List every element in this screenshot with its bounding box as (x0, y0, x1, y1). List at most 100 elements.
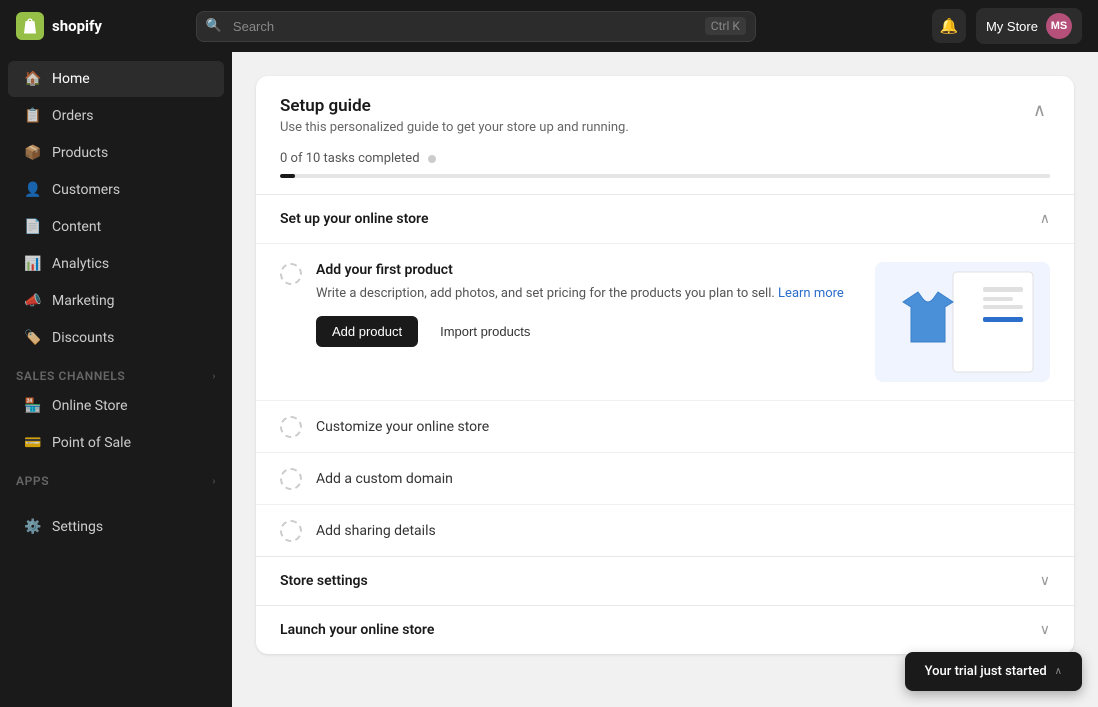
topbar: shopify 🔍 Ctrl K 🔔 My Store MS (0, 0, 1098, 52)
sidebar-label-analytics: Analytics (52, 256, 109, 272)
learn-more-link[interactable]: Learn more (778, 286, 844, 301)
apps-section[interactable]: Apps › (0, 462, 232, 492)
sidebar-item-home[interactable]: 🏠 Home (8, 61, 224, 97)
sales-channels-chevron: › (212, 371, 216, 382)
sales-channels-section[interactable]: Sales channels › (0, 357, 232, 387)
sidebar-label-orders: Orders (52, 108, 94, 124)
sidebar-item-online-store[interactable]: 🏪 Online Store (8, 388, 224, 424)
online-store-section-chevron: ∧ (1040, 211, 1050, 227)
online-store-section: Set up your online store ∧ Add your firs… (256, 194, 1074, 556)
sidebar-item-discounts[interactable]: 🏷️ Discounts (8, 320, 224, 356)
sidebar-item-content[interactable]: 📄 Content (8, 209, 224, 245)
sharing-details-checkbox[interactable] (280, 520, 302, 542)
custom-domain-checkbox[interactable] (280, 468, 302, 490)
sidebar-item-marketing[interactable]: 📣 Marketing (8, 283, 224, 319)
trial-banner-chevron: ∧ (1055, 666, 1062, 677)
shopify-logo-text: shopify (52, 17, 102, 35)
sharing-details-title: Add sharing details (316, 523, 436, 539)
store-button[interactable]: My Store MS (976, 8, 1082, 44)
avatar: MS (1046, 13, 1072, 39)
point-of-sale-icon: 💳 (24, 434, 42, 452)
sidebar-label-marketing: Marketing (52, 293, 115, 309)
trial-banner-text: Your trial just started (925, 664, 1047, 679)
launch-store-chevron: ∨ (1040, 622, 1050, 638)
sidebar-item-products[interactable]: 📦 Products (8, 135, 224, 171)
store-settings-section: Store settings ∨ (256, 556, 1074, 605)
custom-domain-title: Add a custom domain (316, 471, 453, 487)
sidebar-label-customers: Customers (52, 182, 120, 198)
product-illustration-svg (883, 267, 1043, 377)
store-settings-section-header[interactable]: Store settings ∨ (256, 557, 1074, 605)
marketing-icon: 📣 (24, 292, 42, 310)
product-illustration (875, 262, 1050, 382)
shopify-logo: shopify (16, 12, 102, 40)
sidebar-label-content: Content (52, 219, 101, 235)
products-icon: 📦 (24, 144, 42, 162)
add-product-checkbox[interactable] (280, 263, 302, 285)
sidebar-item-orders[interactable]: 📋 Orders (8, 98, 224, 134)
search-bar: 🔍 Ctrl K (196, 11, 756, 42)
add-product-task: Add your first product Write a descripti… (256, 243, 1074, 400)
home-icon: 🏠 (24, 70, 42, 88)
sidebar-label-products: Products (52, 145, 108, 161)
sidebar-label-discounts: Discounts (52, 330, 114, 346)
customize-store-title: Customize your online store (316, 419, 489, 435)
add-product-title: Add your first product (316, 262, 861, 278)
sidebar-label-settings: Settings (52, 519, 103, 535)
search-input[interactable] (196, 11, 756, 42)
settings-icon: ⚙️ (24, 518, 42, 536)
add-product-actions: Add product Import products (316, 316, 861, 347)
setup-guide-collapse-button[interactable]: ∧ (1029, 96, 1050, 125)
add-product-button[interactable]: Add product (316, 316, 418, 347)
launch-store-section-header[interactable]: Launch your online store ∨ (256, 606, 1074, 654)
main-layout: 🏠 Home 📋 Orders 📦 Products 👤 Customers 📄… (0, 52, 1098, 707)
launch-store-section-title: Launch your online store (280, 622, 434, 638)
store-settings-section-title: Store settings (280, 573, 368, 589)
progress-dot (428, 155, 436, 163)
setup-guide-header: Setup guide Use this personalized guide … (256, 76, 1074, 151)
analytics-icon: 📊 (24, 255, 42, 273)
trial-banner[interactable]: Your trial just started ∧ (905, 652, 1082, 691)
search-icon: 🔍 (206, 19, 222, 34)
setup-guide: Setup guide Use this personalized guide … (256, 76, 1074, 654)
discounts-icon: 🏷️ (24, 329, 42, 347)
shopify-bag-icon (21, 17, 39, 35)
progress-section: 0 of 10 tasks completed (256, 151, 1074, 194)
custom-domain-task[interactable]: Add a custom domain (256, 452, 1074, 504)
orders-icon: 📋 (24, 107, 42, 125)
apps-chevron: › (212, 476, 216, 487)
online-store-section-header[interactable]: Set up your online store ∧ (256, 195, 1074, 243)
sidebar-item-point-of-sale[interactable]: 💳 Point of Sale (8, 425, 224, 461)
setup-guide-title: Setup guide (280, 96, 629, 116)
add-product-description: Write a description, add photos, and set… (316, 284, 861, 304)
sidebar-label-online-store: Online Store (52, 398, 128, 414)
content-area: Setup guide Use this personalized guide … (232, 52, 1098, 707)
sidebar: 🏠 Home 📋 Orders 📦 Products 👤 Customers 📄… (0, 52, 232, 707)
sidebar-label-point-of-sale: Point of Sale (52, 435, 131, 451)
progress-bar (280, 174, 1050, 178)
customize-store-checkbox[interactable] (280, 416, 302, 438)
customize-store-task[interactable]: Customize your online store (256, 400, 1074, 452)
import-products-button[interactable]: Import products (428, 316, 542, 347)
online-store-icon: 🏪 (24, 397, 42, 415)
progress-text: 0 of 10 tasks completed (280, 151, 1050, 166)
sidebar-item-settings[interactable]: ⚙️ Settings (8, 509, 224, 545)
apps-label: Apps (16, 474, 49, 488)
topbar-right: 🔔 My Store MS (932, 8, 1082, 44)
progress-fill (280, 174, 295, 178)
search-shortcut: Ctrl K (705, 17, 746, 35)
content-icon: 📄 (24, 218, 42, 236)
sidebar-item-analytics[interactable]: 📊 Analytics (8, 246, 224, 282)
store-settings-chevron: ∨ (1040, 573, 1050, 589)
progress-label: 0 of 10 tasks completed (280, 151, 420, 166)
launch-store-section: Launch your online store ∨ (256, 605, 1074, 654)
online-store-section-title: Set up your online store (280, 211, 428, 227)
sales-channels-label: Sales channels (16, 369, 125, 383)
sharing-details-task[interactable]: Add sharing details (256, 504, 1074, 556)
setup-guide-header-text: Setup guide Use this personalized guide … (280, 96, 629, 135)
sidebar-item-customers[interactable]: 👤 Customers (8, 172, 224, 208)
setup-guide-subtitle: Use this personalized guide to get your … (280, 120, 629, 135)
notifications-button[interactable]: 🔔 (932, 9, 966, 43)
sidebar-label-home: Home (52, 71, 90, 87)
store-name: My Store (986, 19, 1038, 34)
